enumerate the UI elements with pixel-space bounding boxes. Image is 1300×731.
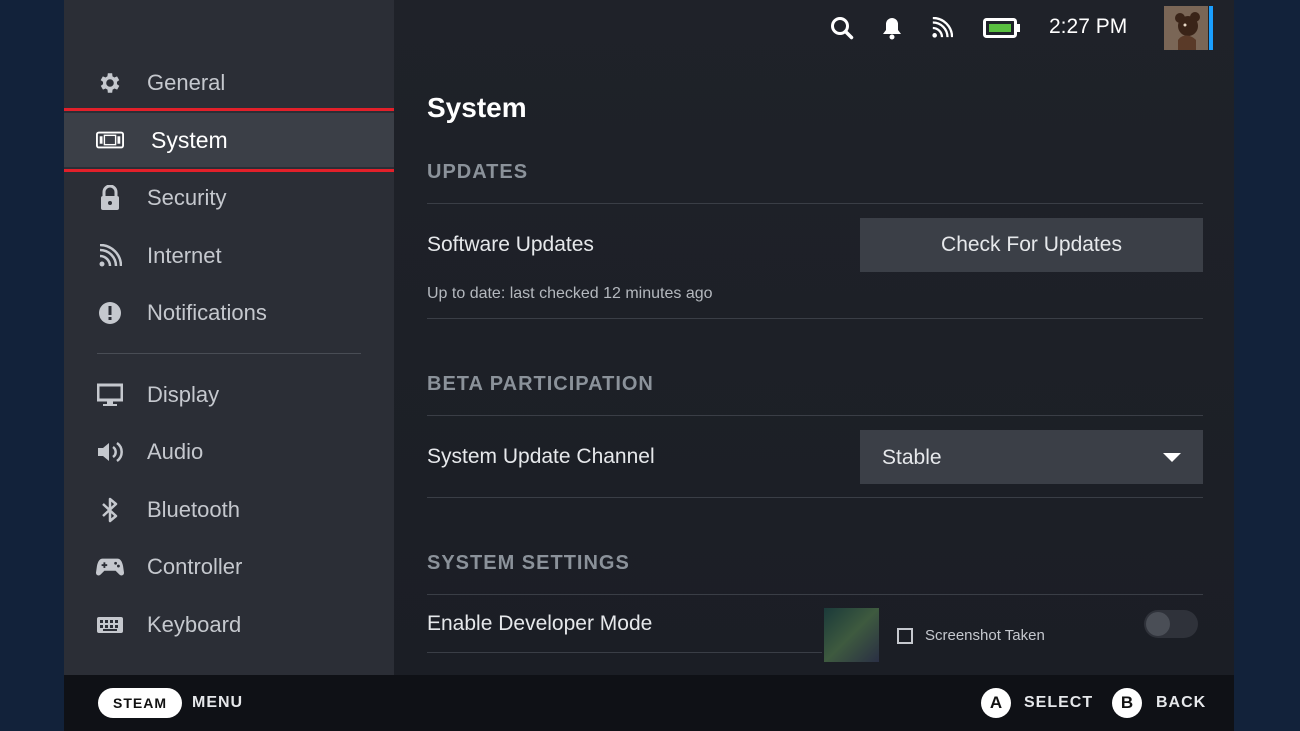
sidebar-item-display[interactable]: Display <box>64 368 394 422</box>
developer-mode-toggle[interactable] <box>1144 610 1198 638</box>
status-bar: 2:27 PM <box>394 0 1234 56</box>
sidebar-item-label: Controller <box>147 554 243 579</box>
page-title: System <box>427 92 527 123</box>
wifi-icon[interactable] <box>928 14 956 42</box>
sidebar-item-label: Keyboard <box>147 612 242 637</box>
sidebar-divider <box>97 353 361 354</box>
bluetooth-icon <box>96 496 124 524</box>
sidebar-item-general[interactable]: General <box>64 56 394 110</box>
toggle-knob <box>1146 612 1170 636</box>
software-updates-label: Software Updates <box>427 233 594 256</box>
keyboard-icon <box>96 611 124 639</box>
battery-icon[interactable] <box>982 14 1022 42</box>
update-channel-label: System Update Channel <box>427 445 655 468</box>
sidebar-item-bluetooth[interactable]: Bluetooth <box>64 483 394 537</box>
section-system-settings: SYSTEM SETTINGS <box>427 552 630 574</box>
alert-icon <box>96 299 124 327</box>
gear-icon <box>96 69 124 97</box>
online-indicator <box>1209 6 1213 50</box>
gamepad-icon <box>96 553 124 581</box>
sidebar-item-keyboard[interactable]: Keyboard <box>64 598 394 652</box>
sidebar-item-security[interactable]: Security <box>64 171 394 225</box>
sidebar-item-label: Security <box>147 185 227 210</box>
speaker-icon <box>96 438 124 466</box>
clock: 2:27 PM <box>1049 15 1128 38</box>
sidebar-item-internet[interactable]: Internet <box>64 229 394 283</box>
avatar[interactable] <box>1164 6 1208 50</box>
select-label: SELECT <box>1024 694 1094 711</box>
a-button-icon[interactable]: A <box>981 688 1011 718</box>
settings-window: General System Security Internet Notific <box>64 0 1234 731</box>
sidebar-item-label: Notifications <box>147 300 267 325</box>
sidebar-item-label: General <box>147 70 226 95</box>
check-updates-button[interactable]: Check For Updates <box>860 218 1203 272</box>
sidebar-item-label: Internet <box>147 243 222 268</box>
bottom-bar: STEAM MENU A SELECT B BACK <box>64 675 1234 731</box>
divider <box>427 415 1203 416</box>
divider <box>427 594 1203 595</box>
divider <box>427 652 822 653</box>
toast-text: Screenshot Taken <box>925 627 1045 644</box>
update-status-text: Up to date: last checked 12 minutes ago <box>427 285 713 302</box>
update-channel-dropdown[interactable]: Stable <box>860 430 1203 484</box>
section-updates: UPDATES <box>427 161 529 183</box>
screenshot-thumbnail[interactable] <box>824 608 879 662</box>
steam-button[interactable]: STEAM <box>98 688 182 718</box>
main-panel: 2:27 PM System UPDATES Software Updates … <box>394 0 1234 675</box>
sidebar-item-label: Display <box>147 382 220 407</box>
divider <box>427 318 1203 319</box>
search-icon[interactable] <box>828 14 856 42</box>
dropdown-value: Stable <box>882 446 942 469</box>
monitor-icon <box>96 381 124 409</box>
sidebar-item-controller[interactable]: Controller <box>64 540 394 594</box>
wifi-icon <box>96 242 124 270</box>
section-beta: BETA PARTICIPATION <box>427 373 654 395</box>
sidebar-item-system[interactable]: System <box>64 113 394 167</box>
developer-mode-label: Enable Developer Mode <box>427 612 653 635</box>
back-label: BACK <box>1156 694 1207 711</box>
divider <box>427 497 1203 498</box>
device-icon <box>96 126 124 154</box>
sidebar-item-notifications[interactable]: Notifications <box>64 286 394 340</box>
b-button-icon[interactable]: B <box>1112 688 1142 718</box>
sidebar-item-label: System <box>151 127 228 153</box>
sidebar: General System Security Internet Notific <box>64 0 400 675</box>
chevron-down-icon <box>1163 453 1181 462</box>
bell-icon[interactable] <box>878 14 906 42</box>
menu-label: MENU <box>192 694 244 711</box>
sidebar-item-audio[interactable]: Audio <box>64 425 394 479</box>
lock-icon <box>96 184 124 212</box>
screenshot-icon <box>897 628 913 644</box>
divider <box>427 203 1203 204</box>
sidebar-item-label: Audio <box>147 439 204 464</box>
sidebar-item-label: Bluetooth <box>147 497 240 522</box>
